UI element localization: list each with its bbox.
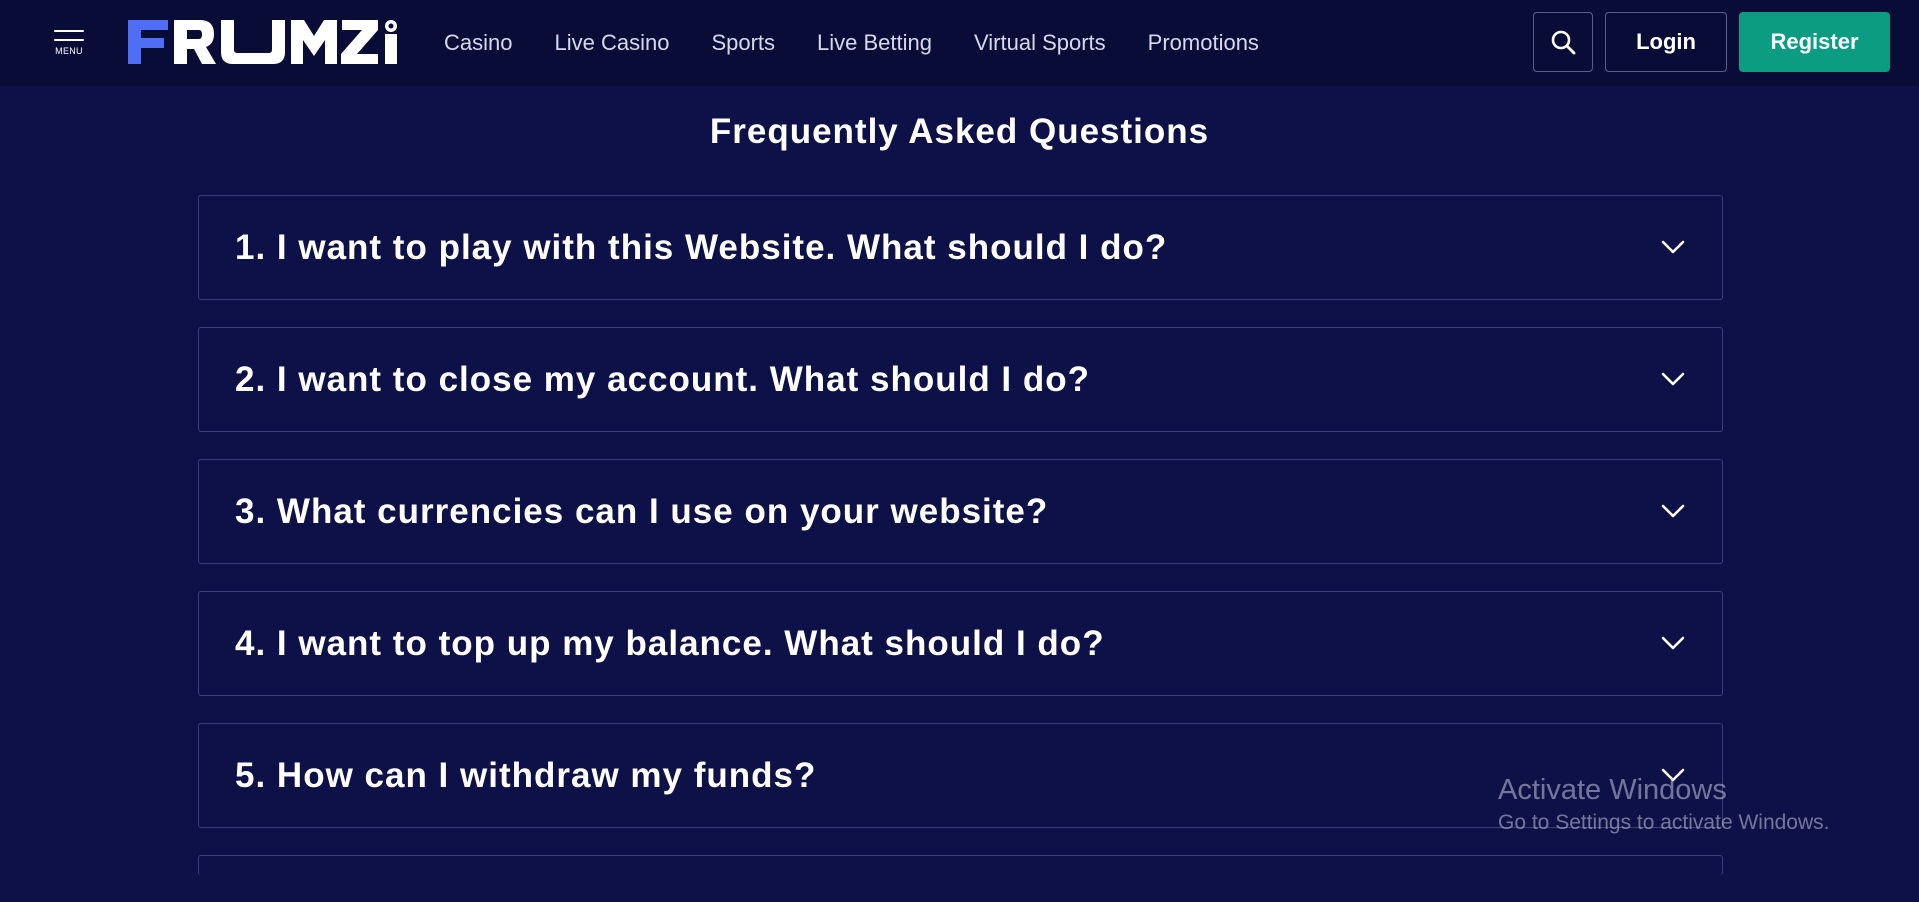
faq-item-partial[interactable]	[198, 855, 1723, 875]
faq-question: 4. I want to top up my balance. What sho…	[235, 624, 1105, 663]
faq-question: 3. What currencies can I use on your web…	[235, 492, 1049, 531]
chevron-down-icon	[1661, 768, 1685, 782]
chevron-down-icon	[1661, 372, 1685, 386]
faq-item[interactable]: 5. How can I withdraw my funds?	[198, 723, 1723, 828]
faq-item[interactable]: 2. I want to close my account. What shou…	[198, 327, 1723, 432]
chevron-down-icon	[1661, 504, 1685, 518]
faq-item[interactable]: 4. I want to top up my balance. What sho…	[198, 591, 1723, 696]
nav-live-casino[interactable]: Live Casino	[554, 30, 669, 56]
nav-live-betting[interactable]: Live Betting	[817, 30, 932, 56]
hamburger-icon-bar	[54, 39, 84, 41]
main-nav: Casino Live Casino Sports Live Betting V…	[444, 0, 1301, 86]
menu-button[interactable]: MENU	[52, 28, 86, 60]
faq-item[interactable]: 1. I want to play with this Website. Wha…	[198, 195, 1723, 300]
menu-label: MENU	[55, 46, 83, 56]
login-button[interactable]: Login	[1605, 12, 1727, 72]
chevron-down-icon	[1661, 636, 1685, 650]
faq-question: 5. How can I withdraw my funds?	[235, 756, 817, 795]
hamburger-icon	[54, 30, 84, 32]
faq-list: 1. I want to play with this Website. Wha…	[198, 195, 1723, 902]
search-icon	[1551, 30, 1576, 55]
faq-question: 1. I want to play with this Website. Wha…	[235, 228, 1168, 267]
faq-item[interactable]: 3. What currencies can I use on your web…	[198, 459, 1723, 564]
register-button[interactable]: Register	[1739, 12, 1890, 72]
faq-question: 2. I want to close my account. What shou…	[235, 360, 1091, 399]
nav-virtual-sports[interactable]: Virtual Sports	[974, 30, 1106, 56]
nav-promotions[interactable]: Promotions	[1148, 30, 1259, 56]
site-header: MENU Casino Live Casino Sports Live Bett…	[0, 0, 1919, 86]
frumzi-logo[interactable]	[128, 20, 406, 64]
nav-sports[interactable]: Sports	[711, 30, 775, 56]
faq-title: Frequently Asked Questions	[709, 112, 1210, 151]
chevron-down-icon	[1661, 240, 1685, 254]
search-button[interactable]	[1533, 12, 1593, 72]
nav-casino[interactable]: Casino	[444, 30, 512, 56]
